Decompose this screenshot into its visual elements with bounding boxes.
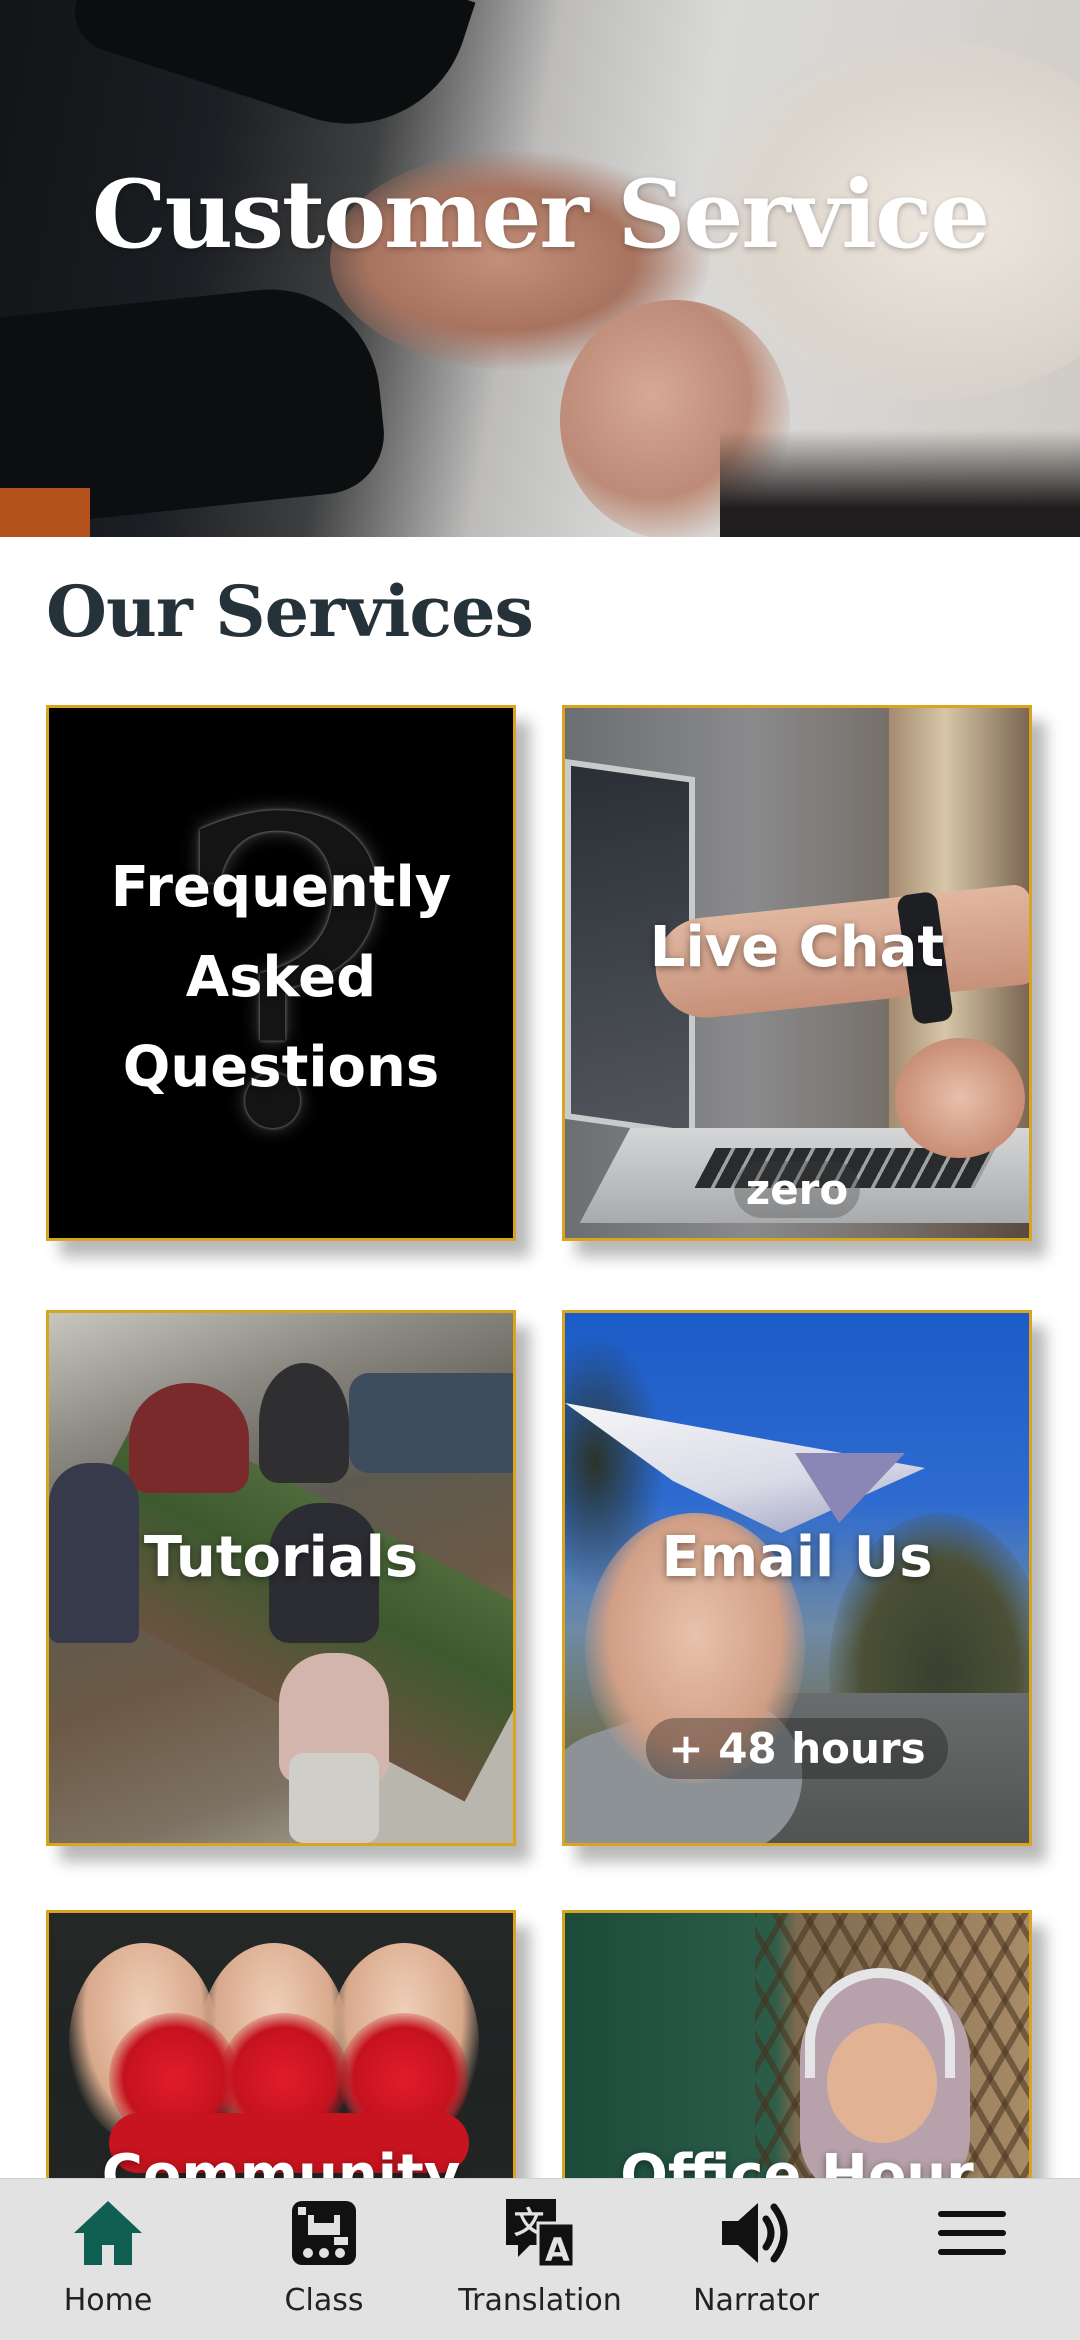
card-title: Email Us [661,1525,933,1590]
card-image-hand [895,1038,1025,1158]
nav-item-home[interactable]: Home [0,2179,216,2340]
response-time-badge: + 48 hours [565,1718,1029,1779]
card-image-sofa [349,1373,513,1473]
page-title: Customer Service [91,160,990,270]
nav-label: Narrator [693,2283,819,2318]
hero-image-shadow [720,430,1080,537]
card-image-stool [289,1753,379,1843]
card-title: Frequently Asked Questions [49,843,513,1113]
nav-label: Translation [458,2283,622,2318]
translation-icon: 文 A [506,2199,576,2269]
nav-label: Class [284,2283,364,2318]
nav-item-class[interactable]: Class [216,2179,432,2340]
tutorials-card[interactable]: Tutorials [46,1310,516,1846]
response-time-text: + 48 hours [646,1718,948,1779]
response-time-badge: zero [565,1161,1029,1218]
email-card[interactable]: Email Us + 48 hours [562,1310,1032,1846]
class-icon [292,2201,356,2265]
menu-icon [938,2211,1006,2255]
faq-card[interactable]: ? Frequently Asked Questions [46,705,516,1241]
section-title: Our Services [46,570,534,653]
speaker-icon [722,2203,788,2263]
faq-line-1: Frequently [110,855,452,920]
card-title: Tutorials [143,1525,419,1590]
nav-label: Home [63,2283,153,2318]
hero-image-corner [0,488,90,537]
card-title: Live Chat [649,915,945,980]
card-image-person [129,1383,249,1493]
nav-item-narrator[interactable]: Narrator [648,2179,864,2340]
nav-item-translation[interactable]: 文 A Translation [432,2179,648,2340]
hero-image-sleeve [64,0,476,155]
hero-banner: Customer Service [0,0,1080,537]
faq-line-2: Asked [185,945,377,1010]
bottom-navigation: Home Class 文 A Translation Narrator [0,2178,1080,2340]
nav-item-menu[interactable] [864,2179,1080,2340]
svg-text:A: A [545,2231,570,2269]
card-image-person [259,1363,349,1483]
response-time-text: zero [733,1161,861,1218]
faq-line-3: Questions [122,1035,440,1100]
home-icon [74,2201,142,2265]
live-chat-card[interactable]: Live Chat zero [562,705,1032,1241]
